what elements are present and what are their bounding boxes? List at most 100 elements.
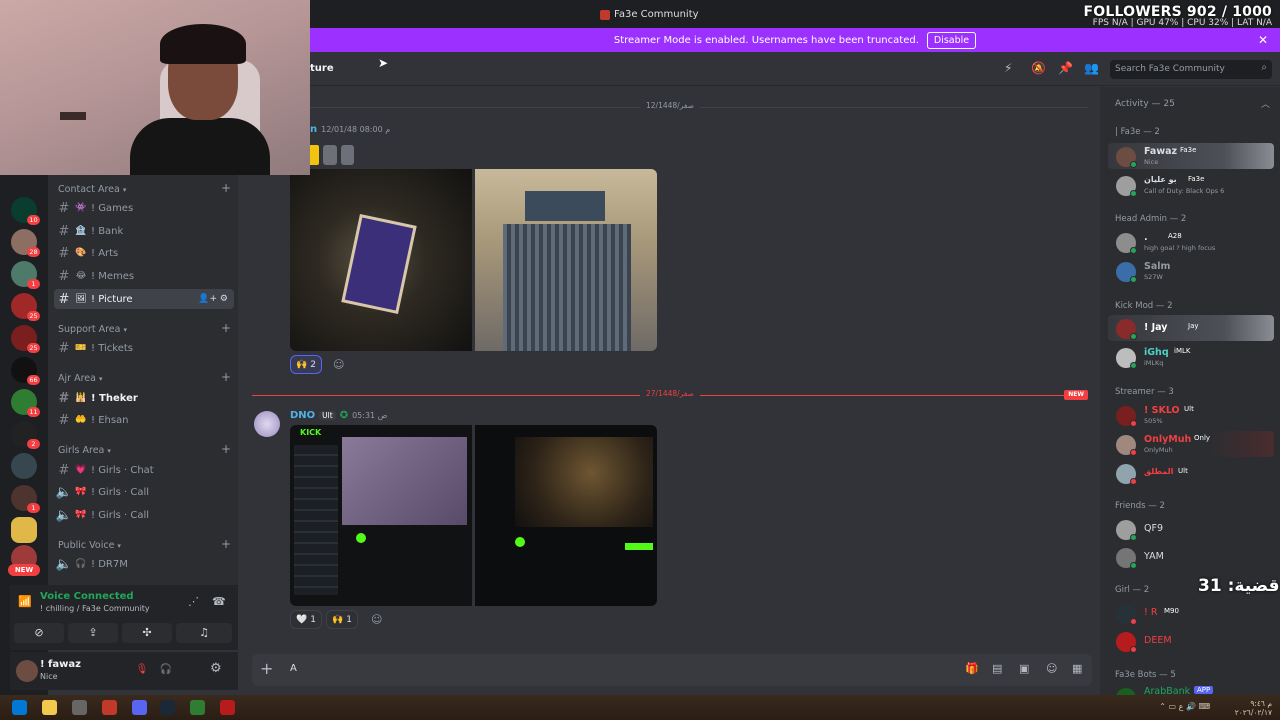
sticker-icon[interactable]: ▣ xyxy=(1019,662,1029,675)
channel-ehsan[interactable]: # 🤲 ! Ehsan xyxy=(54,410,234,430)
member-item[interactable]: ! Jay Jay xyxy=(1108,315,1274,341)
channel-picture[interactable]: # 🖼 ! Picture 👤+ ⚙ xyxy=(54,289,234,309)
system-tray[interactable]: ⌃ ▭ ع 🔊 ⌨ xyxy=(1159,702,1210,711)
server-icon[interactable]: 1 xyxy=(11,261,40,289)
emoji-icon[interactable]: ☺ xyxy=(1046,662,1057,675)
server-icon[interactable]: 25 xyxy=(11,293,40,321)
close-icon[interactable]: ✕ xyxy=(1258,33,1268,47)
member-item[interactable]: DEEM xyxy=(1108,628,1274,654)
member-item[interactable]: المطلق Ult xyxy=(1108,460,1274,486)
message-author[interactable]: DNO xyxy=(290,410,315,421)
category-public-voice[interactable]: Public Voice ▾ xyxy=(58,540,121,551)
message-author[interactable]: n xyxy=(310,124,317,135)
search-input[interactable]: Search Fa3e Community ⌕ xyxy=(1110,60,1272,79)
headset-muted-icon[interactable]: 🎧 xyxy=(158,662,174,678)
composer-text[interactable]: A xyxy=(290,663,297,674)
member-item[interactable]: Fawaz Fa3e Nice xyxy=(1108,143,1274,169)
message-composer[interactable]: + A 🎁 ▤ ▣ ☺ ▦ xyxy=(252,654,1092,686)
server-icon[interactable]: 1 xyxy=(11,485,40,513)
member-item[interactable]: YAM xyxy=(1108,544,1274,570)
attachment-image-stream[interactable]: KICK xyxy=(290,425,472,606)
channel-arts[interactable]: # 🎨 ! Arts xyxy=(54,243,234,263)
member-item[interactable]: ArabBank APP xyxy=(1108,684,1274,695)
camera-off-button[interactable]: ⊘ xyxy=(14,623,64,643)
steam-icon[interactable] xyxy=(160,700,175,715)
gift-icon[interactable]: 🎁 xyxy=(965,662,979,675)
voice-channel[interactable]: ! chilling / Fa3e Community xyxy=(40,604,150,613)
add-reaction-icon[interactable]: ☺ xyxy=(371,613,382,626)
member-list-icon[interactable]: 👥 xyxy=(1084,61,1099,75)
channel-games[interactable]: # 👾 ! Games xyxy=(54,198,234,218)
category-support-area[interactable]: Support Area ▾ xyxy=(58,324,127,335)
pin-icon[interactable]: 📌 xyxy=(1058,61,1073,75)
channel-dr7m[interactable]: 🔈 🎧 ! DR7M xyxy=(54,554,234,574)
server-icon[interactable]: 25 xyxy=(11,325,40,353)
start-icon[interactable] xyxy=(12,700,27,715)
member-item[interactable]: QF9 xyxy=(1108,516,1274,542)
disconnect-icon[interactable]: ☎ xyxy=(212,595,226,608)
discord-icon[interactable] xyxy=(132,700,147,715)
add-channel-icon[interactable]: + xyxy=(221,442,231,456)
add-channel-icon[interactable]: + xyxy=(221,181,231,195)
channel-tickets[interactable]: # 🎫 ! Tickets xyxy=(54,338,234,358)
channel-girls-call[interactable]: 🔈 🎀 ! Girls · Call xyxy=(54,482,234,502)
obs-icon[interactable] xyxy=(220,700,235,715)
activities-button[interactable]: ✣ xyxy=(122,623,172,643)
add-reaction-icon[interactable]: ☺ xyxy=(333,358,344,371)
threads-icon[interactable]: ⚡ xyxy=(1004,61,1012,75)
attachment-image-room[interactable] xyxy=(475,425,657,606)
reaction-pill[interactable]: 🙌 2 xyxy=(290,355,322,374)
gear-icon[interactable]: ⚙ xyxy=(210,661,222,676)
add-channel-icon[interactable]: + xyxy=(221,537,231,551)
disable-streamer-mode-button[interactable]: Disable xyxy=(926,31,977,49)
server-icon[interactable]: 2 xyxy=(11,421,40,449)
username[interactable]: ! fawaz xyxy=(40,659,81,670)
mute-bell-icon[interactable]: 🔕 xyxy=(1031,61,1046,75)
member-item[interactable]: ! SKLO Ult 505% xyxy=(1108,402,1274,428)
soundboard-button[interactable]: ♫ xyxy=(176,623,232,643)
member-item[interactable]: Salm S27W xyxy=(1108,258,1274,284)
chevron-up-icon[interactable]: ︿ xyxy=(1261,97,1270,110)
app-icon[interactable] xyxy=(72,700,87,715)
channel-girls-call[interactable]: 🔈 🎀 ! Girls · Call xyxy=(54,505,234,525)
apps-icon[interactable]: ▦ xyxy=(1072,662,1082,675)
server-icon[interactable]: 11 xyxy=(11,389,40,417)
server-icon[interactable]: 28 xyxy=(11,229,40,257)
attachment-image-box[interactable] xyxy=(290,169,472,351)
attach-plus-icon[interactable]: + xyxy=(260,659,273,678)
author-avatar[interactable] xyxy=(254,411,280,437)
screen-share-button[interactable]: ⇪ xyxy=(68,623,118,643)
gif-icon[interactable]: ▤ xyxy=(992,662,1002,675)
voice-status[interactable]: Voice Connected xyxy=(40,591,134,602)
app-icon[interactable] xyxy=(190,700,205,715)
reaction-pill[interactable]: 🙌 1 xyxy=(326,610,358,629)
attachment-image-door[interactable] xyxy=(475,169,657,351)
noise-suppression-icon[interactable]: ⋰ xyxy=(188,595,199,608)
reaction-pill[interactable]: 🤍 1 xyxy=(290,610,322,629)
server-icon[interactable]: 66 xyxy=(11,357,40,385)
member-item[interactable]: ! R M90 xyxy=(1108,600,1274,626)
member-item[interactable]: بو عليان Fa3e Call of Duty: Black Ops 6 xyxy=(1108,172,1274,198)
browser-icon[interactable] xyxy=(102,700,117,715)
channel-bank[interactable]: # 🏦 ! Bank xyxy=(54,221,234,241)
category-contact-area[interactable]: Contact Area ▾ xyxy=(58,184,126,195)
explorer-icon[interactable] xyxy=(42,700,57,715)
member-item[interactable]: . A28 high goal ? high focus xyxy=(1108,229,1274,255)
invite-settings-icons[interactable]: 👤+ ⚙ xyxy=(198,294,228,304)
avatar[interactable] xyxy=(16,660,38,682)
add-channel-icon[interactable]: + xyxy=(221,370,231,384)
category-girls-area[interactable]: Girls Area ▾ xyxy=(58,445,111,456)
channel-memes[interactable]: # 😂 ! Memes xyxy=(54,266,234,286)
mic-muted-icon[interactable]: 🎙 xyxy=(134,662,150,678)
signal-icon[interactable]: 📶 xyxy=(18,595,32,608)
category-ajr-area[interactable]: Ajr Area ▾ xyxy=(58,373,102,384)
add-channel-icon[interactable]: + xyxy=(221,321,231,335)
channel-girls-chat[interactable]: # 💗 ! Girls · Chat xyxy=(54,460,234,480)
server-icon[interactable] xyxy=(11,517,37,543)
server-icon[interactable] xyxy=(11,453,37,479)
channel-theker[interactable]: # 🕌 ! Theker xyxy=(54,388,234,408)
server-icon[interactable]: 10 xyxy=(11,197,40,225)
clock[interactable]: م ٩:٤٦ ٢٠٢٦/٠٢/١٧ xyxy=(1235,699,1272,717)
member-item[interactable]: OnlyMuh Only OnlyMuh xyxy=(1108,431,1274,457)
member-item[interactable]: iGhq iMLK iMLKq xyxy=(1108,344,1274,370)
